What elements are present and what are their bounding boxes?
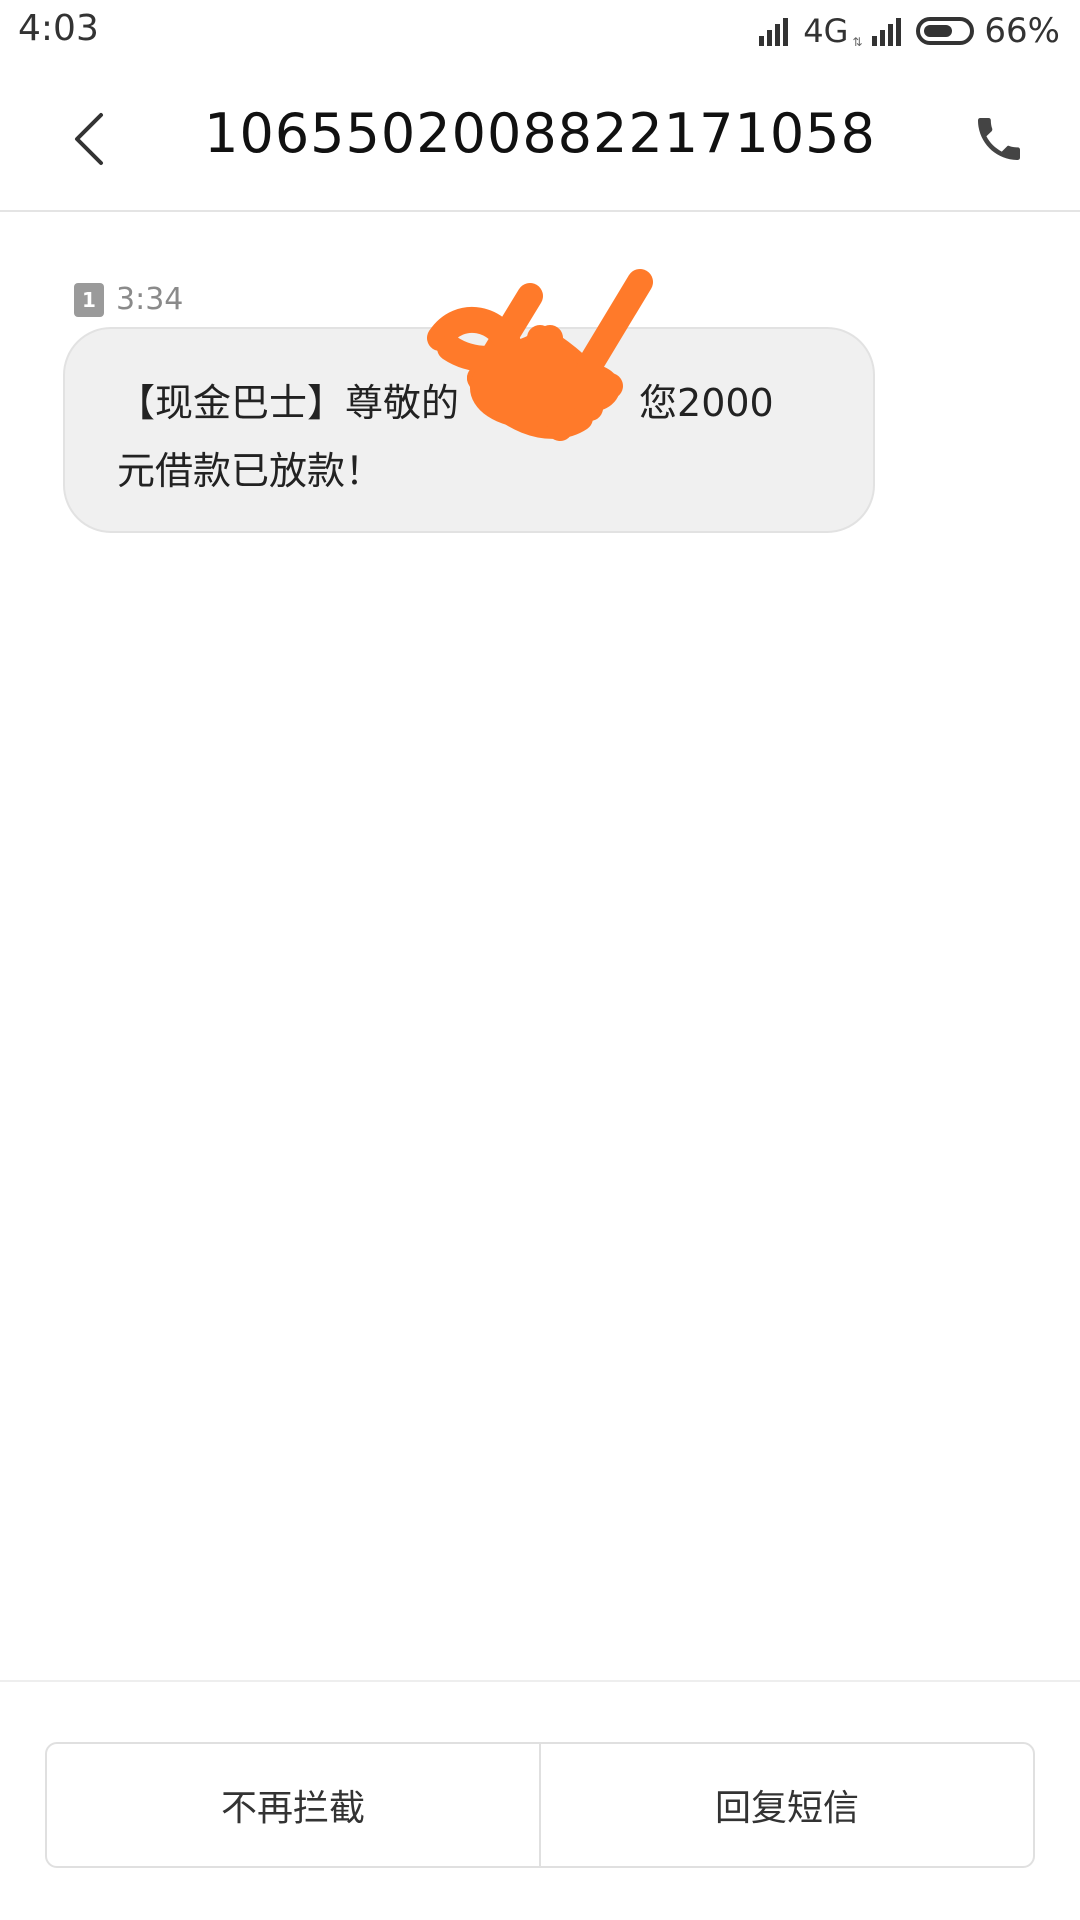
sim-label: 1 xyxy=(82,287,96,312)
message-meta: 1 3:34 xyxy=(74,282,183,317)
battery-percent: 66% xyxy=(984,11,1060,51)
battery-icon xyxy=(916,17,975,45)
message-line1-left: 【现金巴士】尊敬的 xyxy=(117,381,460,425)
phone-icon xyxy=(978,118,1020,160)
network-type: 4G xyxy=(803,12,849,50)
sms-conversation-screen: 4:03 4G ⇅ 66% xyxy=(0,0,1080,1920)
redaction-scribble xyxy=(427,269,653,441)
action-bar: 不再拦截 回复短信 xyxy=(45,1742,1035,1868)
network-indicator: 4G ⇅ xyxy=(803,12,862,50)
back-button[interactable] xyxy=(58,104,118,174)
signal-icon-2 xyxy=(872,18,902,46)
reply-sms-button[interactable]: 回复短信 xyxy=(539,1744,1033,1866)
message-time: 3:34 xyxy=(116,282,184,317)
message-line2: 元借款已放款！ xyxy=(117,449,384,493)
status-bar: 4:03 4G ⇅ 66% xyxy=(0,0,1080,62)
battery-fill xyxy=(924,25,953,37)
status-icons: 4G ⇅ 66% xyxy=(759,10,1060,52)
bottom-divider xyxy=(0,1680,1080,1682)
conversation-header: 10655020088221710​58 xyxy=(0,62,1080,212)
call-button[interactable] xyxy=(964,104,1034,174)
page-title: 10655020088221710​58 xyxy=(204,102,876,165)
signal-icon xyxy=(759,18,789,46)
chevron-left-icon xyxy=(75,113,103,165)
sim-card-icon: 1 xyxy=(74,282,104,317)
data-arrows-icon: ⇅ xyxy=(852,35,863,49)
status-time: 4:03 xyxy=(18,8,99,49)
unblock-button[interactable]: 不再拦截 xyxy=(47,1744,539,1866)
